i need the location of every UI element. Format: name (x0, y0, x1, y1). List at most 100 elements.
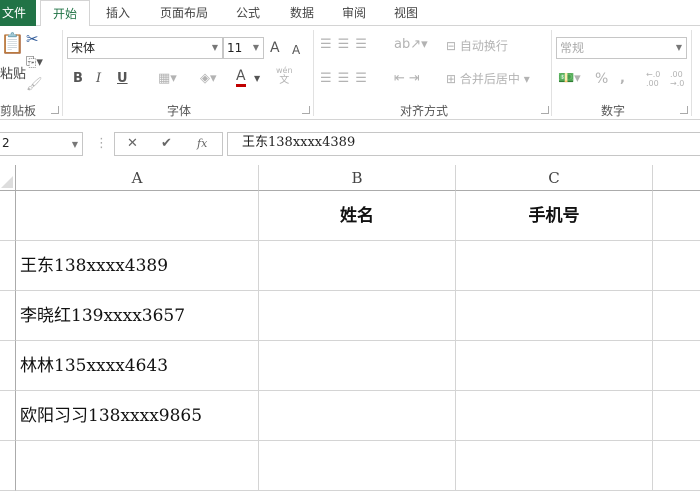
tab-home[interactable]: 开始 (40, 0, 90, 27)
cell[interactable] (456, 341, 653, 391)
cell[interactable]: 王东138xxxx4389 (16, 241, 259, 291)
row-header[interactable] (0, 241, 16, 291)
cell[interactable] (259, 341, 456, 391)
cancel-icon[interactable]: ✕ (127, 135, 138, 153)
cell[interactable] (259, 291, 456, 341)
row-header[interactable] (0, 341, 16, 391)
copy-icon[interactable]: ⎘▾ (26, 54, 43, 72)
alignment-group-label: 对齐方式 (400, 104, 449, 118)
cell[interactable]: 姓名 (259, 191, 456, 241)
cell[interactable] (259, 441, 456, 491)
cell[interactable] (653, 191, 700, 241)
chevron-down-icon: ▼ (252, 43, 259, 52)
cell[interactable]: 欧阳习习138xxxx9865 (16, 391, 259, 441)
number-format-value: 常规 (560, 41, 585, 55)
ribbon: 📋 粘贴 ✂ ⎘▾ 🖌 剪贴板 宋体 ▼ 11 ▼ A A B I U ▦▾ ◈▾ … (0, 26, 700, 120)
border-icon[interactable]: ▦▾ (158, 70, 177, 88)
tab-review[interactable]: 审阅 (332, 0, 376, 26)
cell[interactable]: 林林135xxxx4643 (16, 341, 259, 391)
cell[interactable] (456, 391, 653, 441)
tab-page-layout[interactable]: 页面布局 (152, 0, 216, 26)
font-color-button[interactable]: A (236, 68, 246, 87)
cell[interactable] (653, 391, 700, 441)
cell[interactable] (259, 391, 456, 441)
name-box-value: 2 (2, 136, 10, 150)
cell[interactable] (456, 241, 653, 291)
underline-button[interactable]: U (117, 70, 128, 88)
row-header[interactable] (0, 191, 16, 241)
chevron-down-icon[interactable]: ▼ (254, 70, 260, 88)
select-all-button[interactable] (0, 165, 16, 191)
name-box[interactable]: 2 ▼ (0, 132, 83, 156)
cell[interactable]: 李晓红139xxxx3657 (16, 291, 259, 341)
merge-center-label: 合并后居中 (459, 72, 520, 86)
formula-bar: 2 ▼ ⋮ ✕ ✔ fx 王东138xxxx4389 (0, 130, 700, 158)
bold-button[interactable]: B (73, 70, 83, 88)
row-header[interactable] (0, 291, 16, 341)
tab-view[interactable]: 视图 (384, 0, 428, 26)
row-header[interactable] (0, 441, 16, 491)
tab-file[interactable]: 文件 (0, 0, 36, 26)
currency-icon[interactable]: 💵▾ (558, 70, 581, 88)
indent-icons[interactable]: ⇤⇥ (394, 70, 424, 88)
font-size-select[interactable]: 11 ▼ (223, 37, 264, 59)
wrap-text-button[interactable]: ⊟ 自动换行 (446, 37, 508, 55)
comma-button[interactable]: , (620, 70, 625, 88)
font-launcher-icon[interactable] (302, 106, 310, 114)
phonetic-button[interactable]: wén 文 (276, 66, 293, 86)
formula-input[interactable]: 王东138xxxx4389 (227, 132, 700, 156)
column-header-c[interactable]: C (456, 165, 653, 191)
tab-formulas[interactable]: 公式 (226, 0, 270, 26)
cell[interactable] (456, 291, 653, 341)
cell[interactable] (16, 441, 259, 491)
column-header-d[interactable] (653, 165, 700, 191)
paste-icon[interactable]: 📋 (0, 33, 25, 53)
font-name-select[interactable]: 宋体 ▼ (67, 37, 223, 59)
column-header-a[interactable]: A (16, 165, 259, 191)
enter-icon[interactable]: ✔ (161, 135, 172, 153)
worksheet-grid: A B C 姓名 手机号王东138xxxx4389 李晓红139xxxx3657 林林… (0, 165, 700, 500)
phonetic-sub-label: 文 (279, 75, 290, 86)
orientation-icon[interactable]: ab↗▾ (394, 36, 428, 54)
wrap-text-label: 自动换行 (459, 39, 508, 53)
cell[interactable] (653, 291, 700, 341)
italic-button[interactable]: I (96, 70, 101, 88)
cut-icon[interactable]: ✂ (26, 30, 39, 48)
increase-decimal-icon[interactable]: ←.0.00 (646, 70, 660, 88)
alignment-launcher-icon[interactable] (541, 106, 549, 114)
horizontal-align-icons[interactable]: ☰☰☰ (320, 70, 373, 88)
shrink-font-button[interactable]: A (292, 41, 300, 59)
tab-insert[interactable]: 插入 (96, 0, 140, 26)
cell[interactable] (653, 341, 700, 391)
number-format-select[interactable]: 常规 ▼ (556, 37, 687, 59)
font-name-value: 宋体 (71, 41, 96, 55)
chevron-down-icon: ▼ (675, 43, 682, 52)
paste-label[interactable]: 粘贴 (0, 66, 26, 84)
fill-color-icon[interactable]: ◈▾ (200, 70, 217, 88)
ribbon-tabs: 文件 开始 插入 页面布局 公式 数据 审阅 视图 (0, 0, 700, 27)
percent-button[interactable]: % (595, 70, 608, 88)
insert-function-icon[interactable]: fx (197, 135, 207, 153)
cell[interactable] (259, 241, 456, 291)
formula-bar-grip-icon[interactable]: ⋮ (95, 135, 108, 153)
grow-font-button[interactable]: A (270, 39, 280, 57)
cell[interactable] (653, 241, 700, 291)
chevron-down-icon: ▼ (211, 43, 218, 52)
tab-data[interactable]: 数据 (280, 0, 324, 26)
cell[interactable] (16, 191, 259, 241)
column-header-b[interactable]: B (259, 165, 456, 191)
cell[interactable] (456, 441, 653, 491)
font-group-label: 字体 (167, 104, 192, 118)
format-painter-icon[interactable]: 🖌 (26, 76, 43, 94)
formula-buttons: ✕ ✔ fx (114, 132, 223, 156)
clipboard-launcher-icon[interactable] (51, 106, 59, 114)
decrease-decimal-icon[interactable]: .00 →.0 (670, 70, 684, 88)
vertical-align-icons[interactable]: ☰☰☰ (320, 36, 373, 54)
number-launcher-icon[interactable] (680, 106, 688, 114)
row-header[interactable] (0, 391, 16, 441)
font-size-value: 11 (227, 41, 243, 55)
number-group-label: 数字 (601, 104, 626, 118)
cell[interactable]: 手机号 (456, 191, 653, 241)
cell[interactable] (653, 441, 700, 491)
merge-center-button[interactable]: ⊞ 合并后居中 ▾ (446, 70, 530, 88)
